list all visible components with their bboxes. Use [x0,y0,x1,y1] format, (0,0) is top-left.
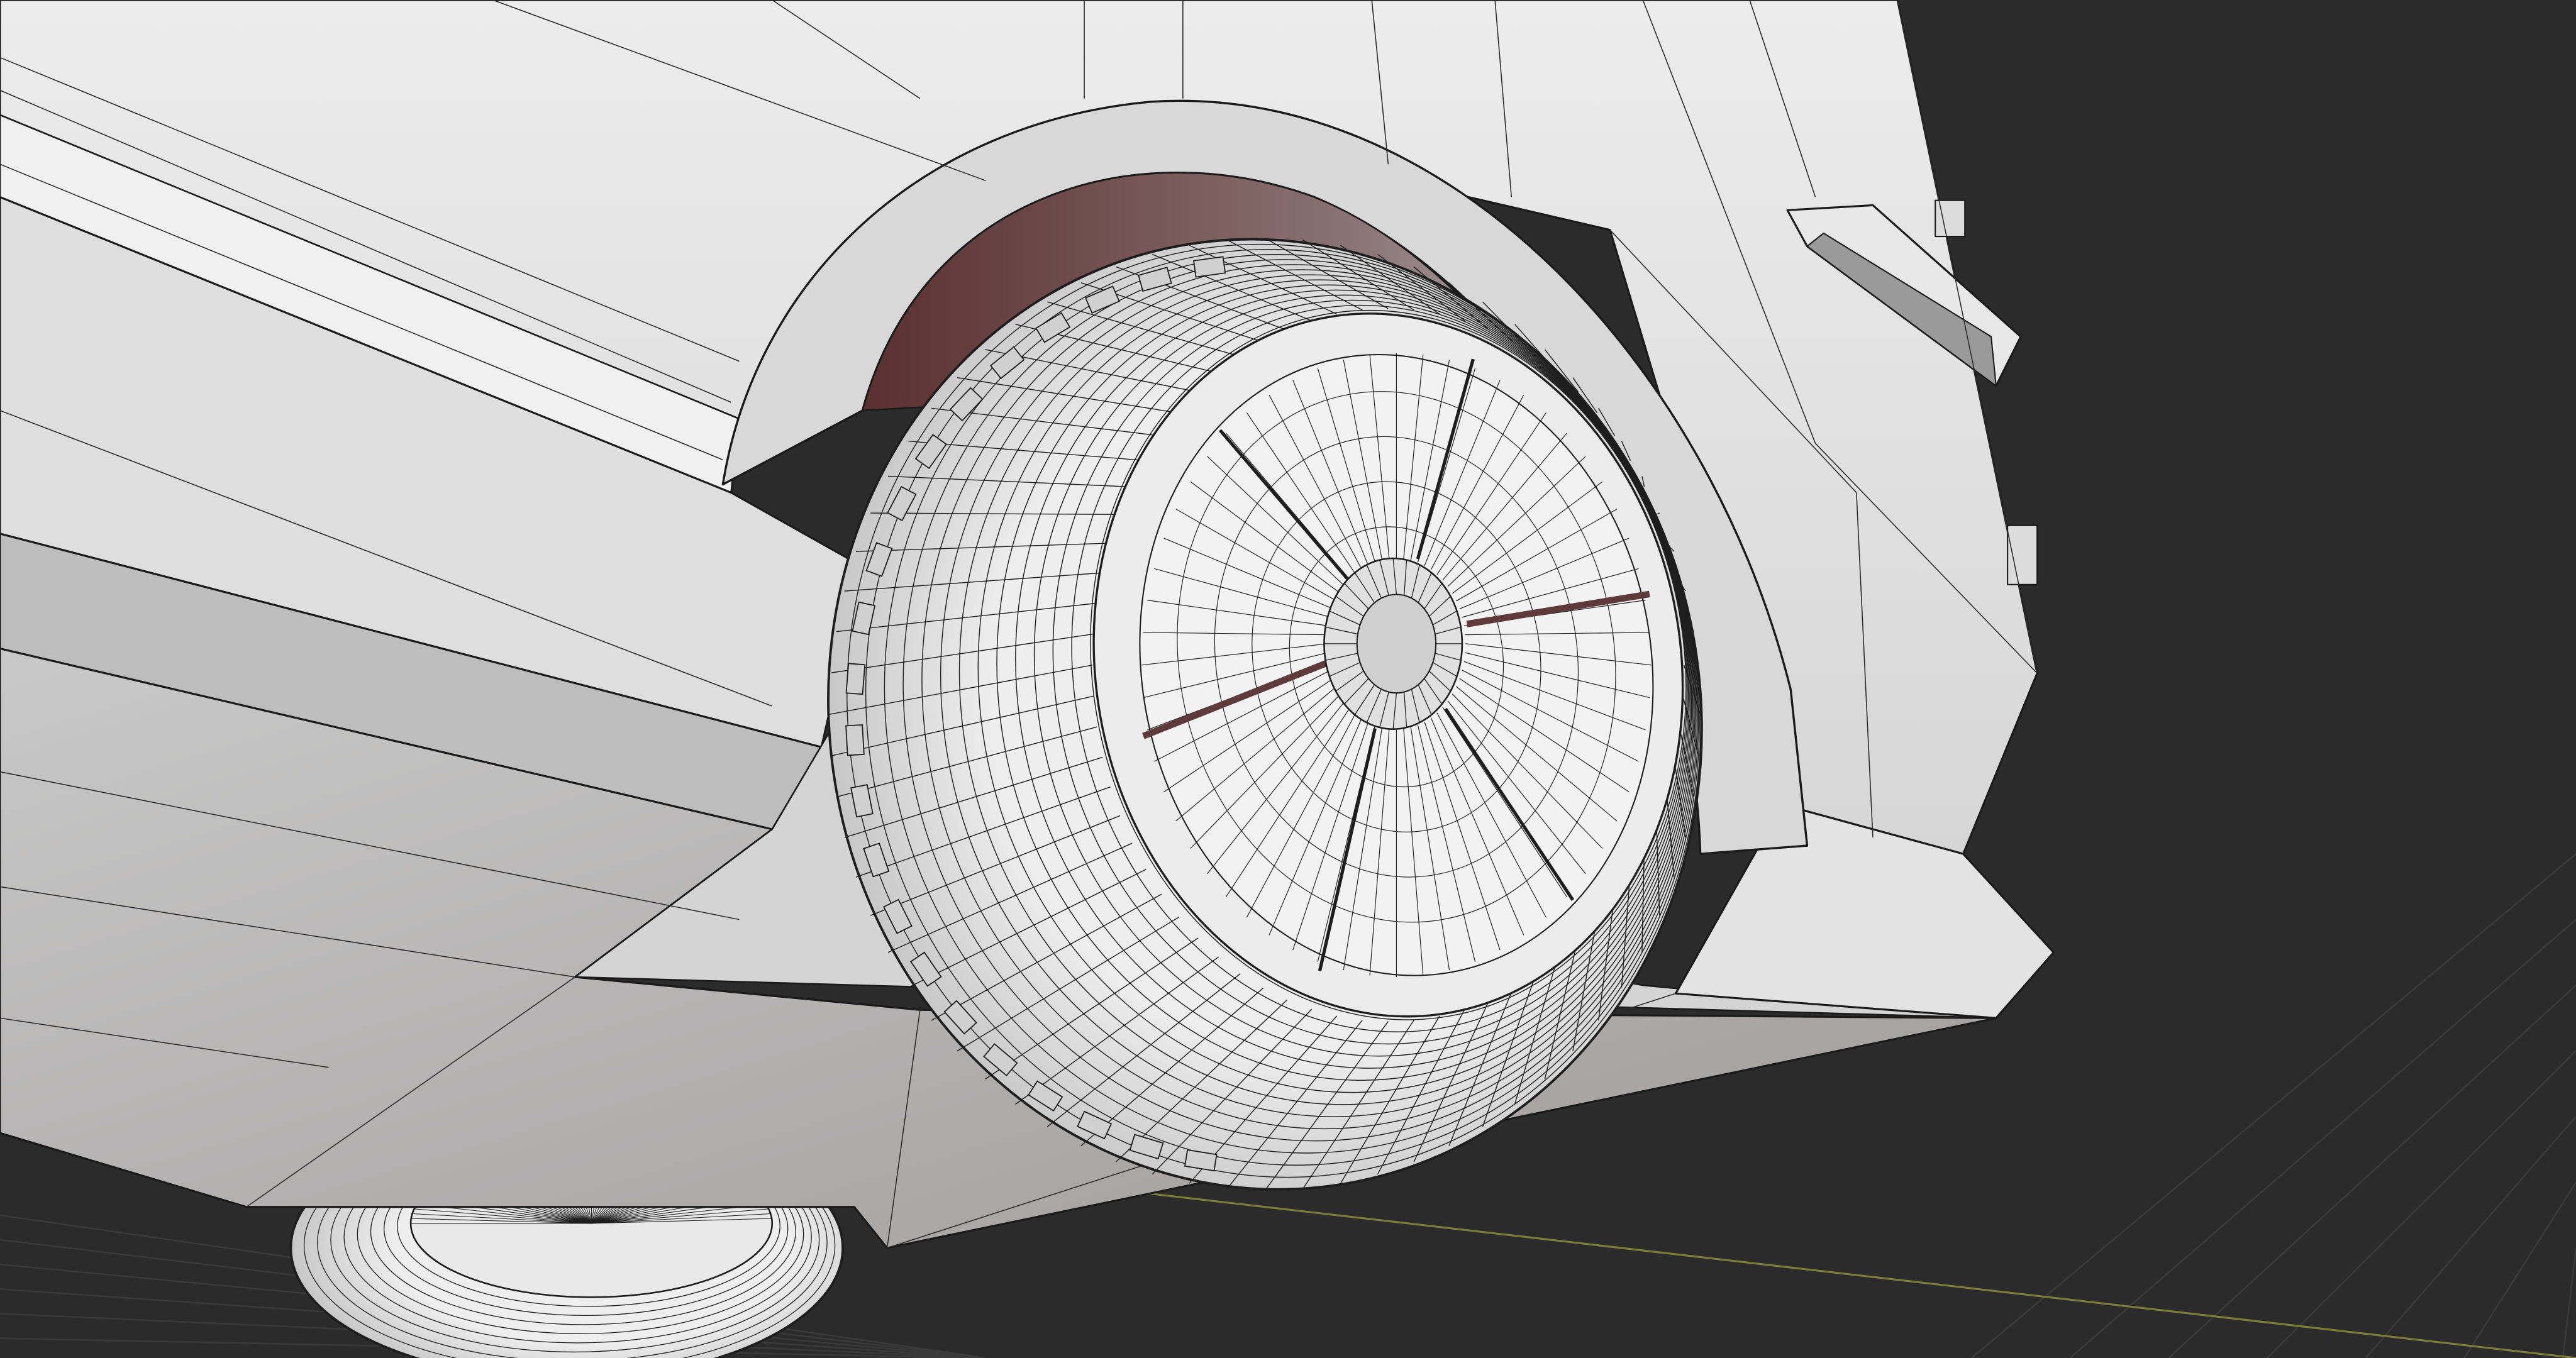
grid-line [2365,1116,2576,1358]
grid-line [1970,853,2576,1358]
grid-line [2463,1181,2576,1358]
grid-line [2266,1050,2576,1358]
grid-line [2168,985,2576,1358]
tread-block [1193,256,1226,278]
grid-line [2562,1247,2576,1358]
tread-block [845,663,866,695]
3d-viewport[interactable] [0,0,2576,1358]
x-axis-line [1051,1181,2576,1358]
reflector-lower [2007,524,2038,585]
hub-center [1356,593,1437,694]
tread-block [845,724,865,756]
model-scene[interactable] [0,0,2576,1358]
grid-line [2069,919,2576,1358]
